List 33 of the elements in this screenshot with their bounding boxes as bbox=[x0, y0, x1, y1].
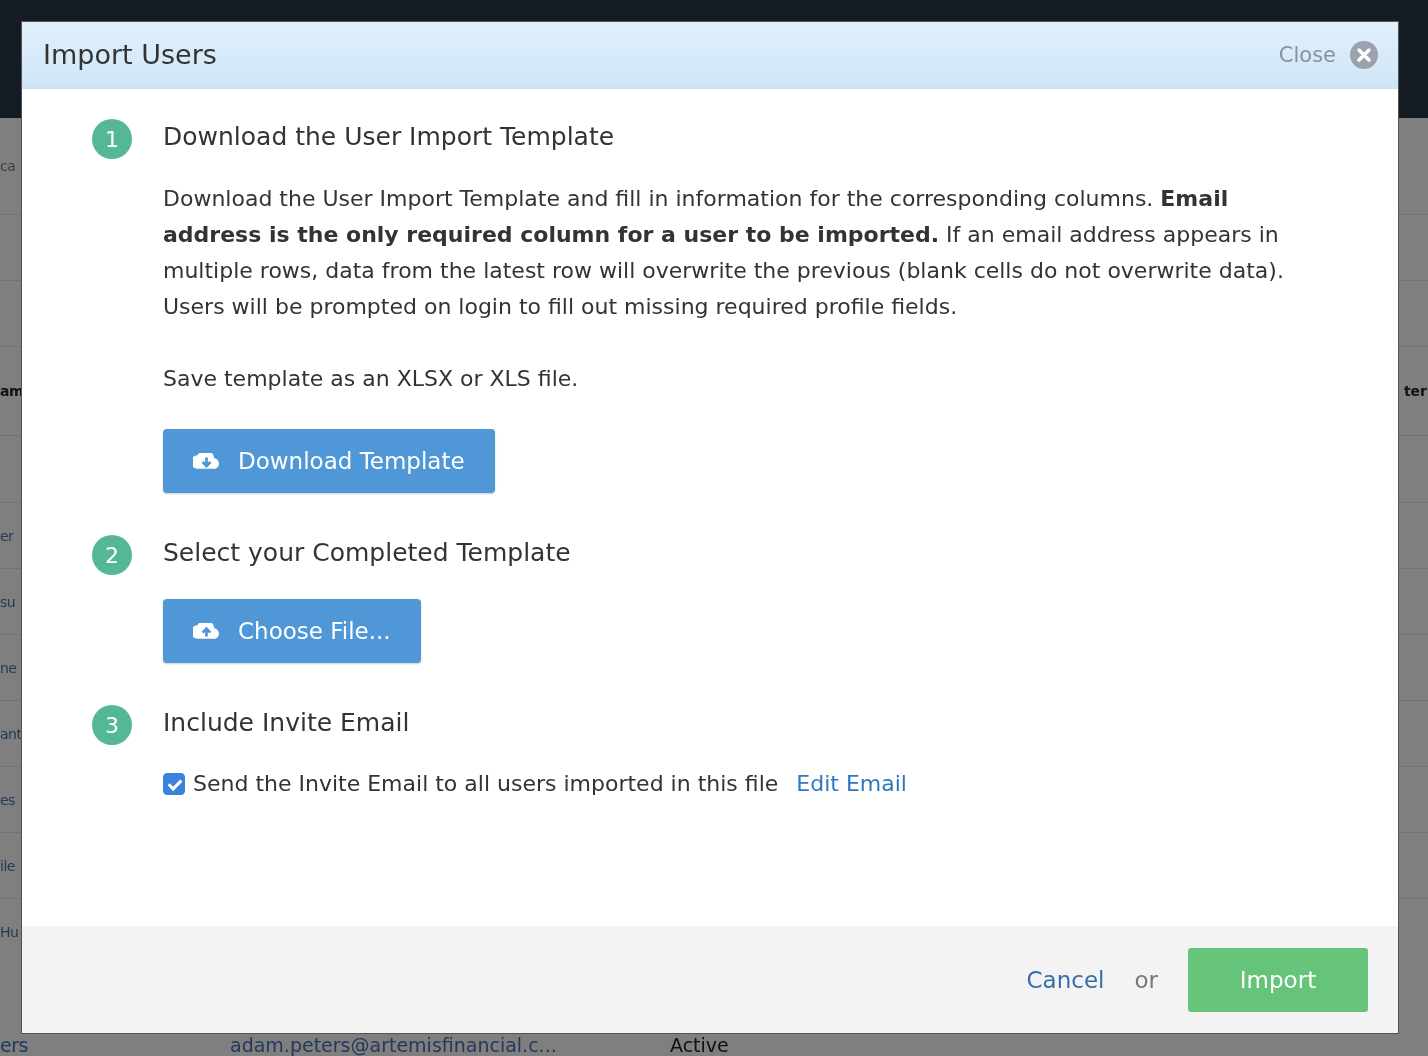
close-icon[interactable] bbox=[1350, 40, 1378, 69]
edit-email-link[interactable]: Edit Email bbox=[796, 771, 907, 796]
table-cell-text: ile bbox=[0, 857, 16, 874]
choose-file-button[interactable]: Choose File... bbox=[163, 599, 421, 663]
table-cell: ter bbox=[1403, 383, 1428, 399]
table-cell-text: adam.peters@artemisfinancial.c... bbox=[230, 1034, 558, 1056]
table-cell-text: es bbox=[0, 791, 16, 808]
step-number: 1 bbox=[92, 119, 132, 159]
cloud-download-icon bbox=[193, 452, 220, 470]
table-cell-text: ne bbox=[0, 659, 18, 676]
description-text: Download the User Import Template and fill in information for the corresponding columns. Email address is the only required column for a user to be imported. If an email address appears in multiple rows, data from the latest row will overwrite the previous (blank cells do not overwrite data). Users will be prompted on login to fill out missing required profile fields. bbox=[163, 185, 1285, 321]
note-text: Save template as an XLSX or XLS file. bbox=[163, 365, 579, 393]
step-number: 2 bbox=[92, 535, 132, 575]
table-cell-text: Hu bbox=[0, 923, 20, 940]
cloud-upload-icon bbox=[193, 622, 220, 640]
step-title: Include Invite Email bbox=[163, 707, 410, 739]
step-title: Select your Completed Template bbox=[163, 537, 571, 569]
download-button[interactable]: Download Template bbox=[163, 429, 495, 493]
dialog-title: Import Users bbox=[43, 39, 217, 70]
table-cell: ant bbox=[0, 725, 21, 742]
table-cell-text: er bbox=[0, 527, 15, 544]
checkbox-label: Send the Invite Email to all users imported in this file bbox=[193, 771, 779, 796]
table-cell: Active bbox=[670, 1034, 729, 1056]
checkbox[interactable] bbox=[163, 772, 185, 795]
table-cell-text: su bbox=[0, 593, 17, 610]
close-button[interactable]: Close bbox=[1278, 40, 1378, 69]
or-text: or bbox=[1134, 966, 1158, 993]
import-button[interactable]: Import bbox=[1188, 947, 1368, 1012]
table-cell-text: ers bbox=[0, 1034, 29, 1056]
step-number: 3 bbox=[92, 705, 132, 745]
table-cell-text: ca bbox=[0, 158, 17, 174]
cancel-link[interactable]: Cancel bbox=[1026, 966, 1105, 993]
step-title: Download the User Import Template bbox=[163, 121, 615, 153]
